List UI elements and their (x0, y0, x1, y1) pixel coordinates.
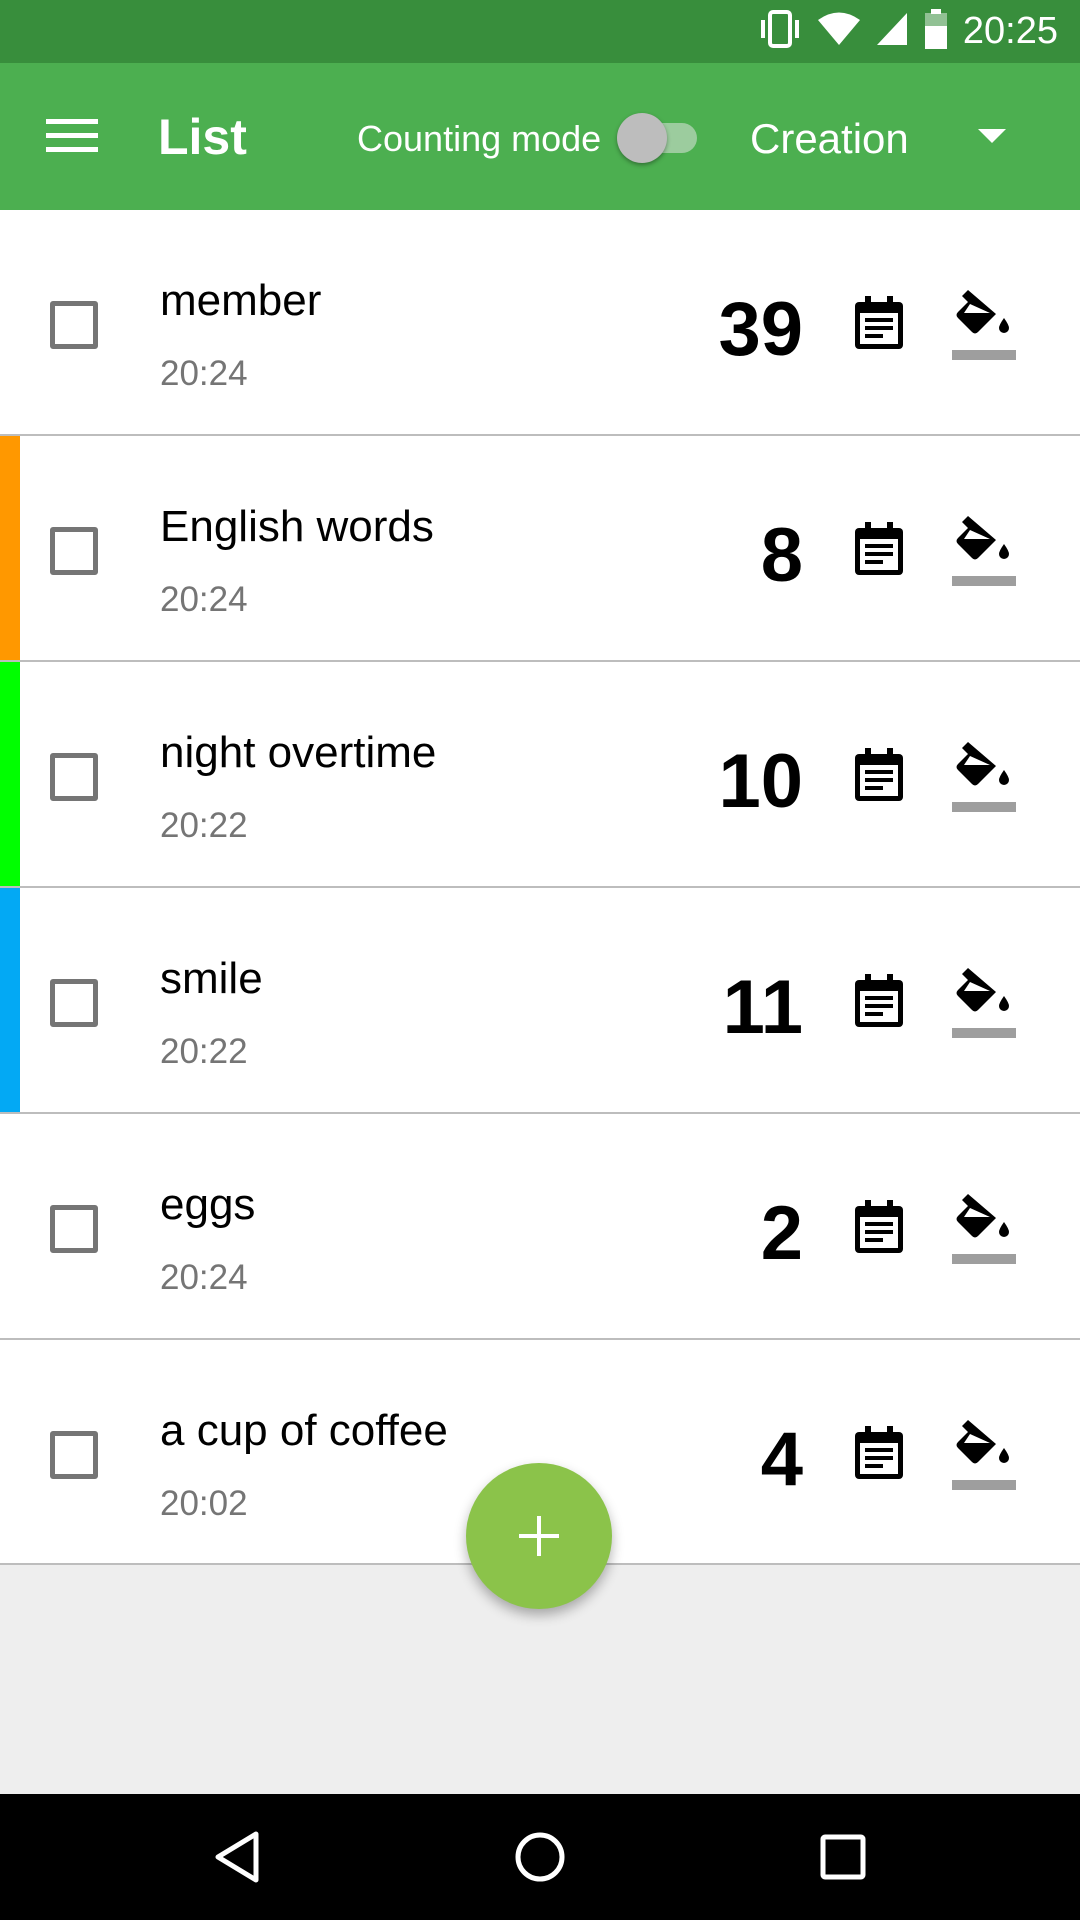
back-icon (215, 1831, 259, 1883)
color-underline (952, 1254, 1016, 1264)
status-bar: 20:25 (0, 0, 1080, 63)
signal-icon (875, 11, 909, 52)
toggle-thumb (617, 113, 667, 163)
paint-bucket-icon (956, 742, 1009, 786)
vibrate-icon (757, 9, 803, 54)
color-button[interactable] (950, 1190, 1020, 1270)
hamburger-menu-icon (46, 119, 98, 152)
list-item[interactable]: night overtime 20:22 10 (0, 662, 1080, 888)
battery-icon (923, 8, 949, 55)
history-button[interactable] (846, 516, 912, 582)
item-time: 20:24 (160, 1258, 248, 1297)
recents-icon (820, 1834, 866, 1880)
item-time: 20:24 (160, 354, 248, 393)
paint-bucket-icon (956, 1420, 1009, 1464)
calendar-icon (855, 974, 903, 1027)
sort-value: Creation (750, 115, 909, 162)
app-bar: List Counting mode Creation (0, 63, 1080, 210)
item-checkbox[interactable] (50, 301, 98, 349)
item-time: 20:22 (160, 806, 248, 845)
item-checkbox[interactable] (50, 527, 98, 575)
navigation-bar (0, 1794, 1080, 1920)
back-button[interactable] (202, 1822, 272, 1892)
paint-bucket-icon (956, 516, 1009, 560)
item-checkbox[interactable] (50, 1431, 98, 1479)
item-color-bar (0, 662, 20, 886)
list-item[interactable]: eggs 20:24 2 (0, 1114, 1080, 1340)
item-count[interactable]: 10 (718, 738, 803, 825)
item-name: night overtime (160, 728, 437, 777)
list-item[interactable]: English words 20:24 8 (0, 436, 1080, 662)
color-button[interactable] (950, 964, 1020, 1044)
item-color-bar (0, 888, 20, 1112)
status-time: 20:25 (962, 10, 1058, 52)
calendar-icon (855, 1426, 903, 1479)
calendar-icon (855, 296, 903, 349)
status-icons: 20:25 (757, 0, 1058, 63)
item-count[interactable]: 11 (723, 964, 803, 1051)
counter-list: member 20:24 39 English words 20:24 8 night ov… (0, 210, 1080, 1565)
list-item[interactable]: smile 20:22 11 (0, 888, 1080, 1114)
caret-down-icon (978, 129, 1006, 143)
counting-mode-label: Counting mode (357, 118, 602, 159)
home-icon (515, 1832, 565, 1882)
history-button[interactable] (846, 1194, 912, 1260)
item-count[interactable]: 4 (761, 1416, 803, 1503)
paint-bucket-icon (956, 290, 1009, 334)
item-name: smile (160, 954, 263, 1003)
add-button[interactable] (466, 1463, 612, 1609)
item-color-bar (0, 436, 20, 660)
color-underline (952, 350, 1016, 360)
color-button[interactable] (950, 286, 1020, 366)
calendar-icon (855, 748, 903, 801)
item-name: member (160, 276, 322, 325)
page-title: List (158, 109, 247, 165)
menu-button[interactable] (36, 103, 108, 169)
history-button[interactable] (846, 968, 912, 1034)
color-underline (952, 802, 1016, 812)
calendar-icon (855, 1200, 903, 1253)
color-button[interactable] (950, 738, 1020, 818)
counting-mode-toggle[interactable] (617, 113, 699, 163)
history-button[interactable] (846, 1420, 912, 1486)
list-item[interactable]: member 20:24 39 (0, 210, 1080, 436)
item-name: English words (160, 502, 434, 551)
sort-dropdown[interactable]: Creation (750, 103, 1050, 169)
history-button[interactable] (846, 742, 912, 808)
item-time: 20:24 (160, 580, 248, 619)
paint-bucket-icon (956, 1194, 1009, 1238)
item-count[interactable]: 39 (718, 286, 803, 373)
item-count[interactable]: 8 (761, 512, 803, 599)
paint-bucket-icon (956, 968, 1009, 1012)
wifi-icon (817, 11, 861, 52)
color-underline (952, 576, 1016, 586)
plus-icon (519, 1516, 559, 1556)
item-time: 20:22 (160, 1032, 248, 1071)
item-checkbox[interactable] (50, 1205, 98, 1253)
home-button[interactable] (505, 1822, 575, 1892)
color-button[interactable] (950, 512, 1020, 592)
color-underline (952, 1480, 1016, 1490)
recents-button[interactable] (808, 1822, 878, 1892)
calendar-icon (855, 522, 903, 575)
item-checkbox[interactable] (50, 979, 98, 1027)
item-name: eggs (160, 1180, 256, 1229)
history-button[interactable] (846, 290, 912, 356)
color-button[interactable] (950, 1416, 1020, 1496)
item-checkbox[interactable] (50, 753, 98, 801)
item-count[interactable]: 2 (761, 1190, 803, 1277)
item-name: a cup of coffee (160, 1406, 448, 1455)
color-underline (952, 1028, 1016, 1038)
item-time: 20:02 (160, 1484, 248, 1523)
